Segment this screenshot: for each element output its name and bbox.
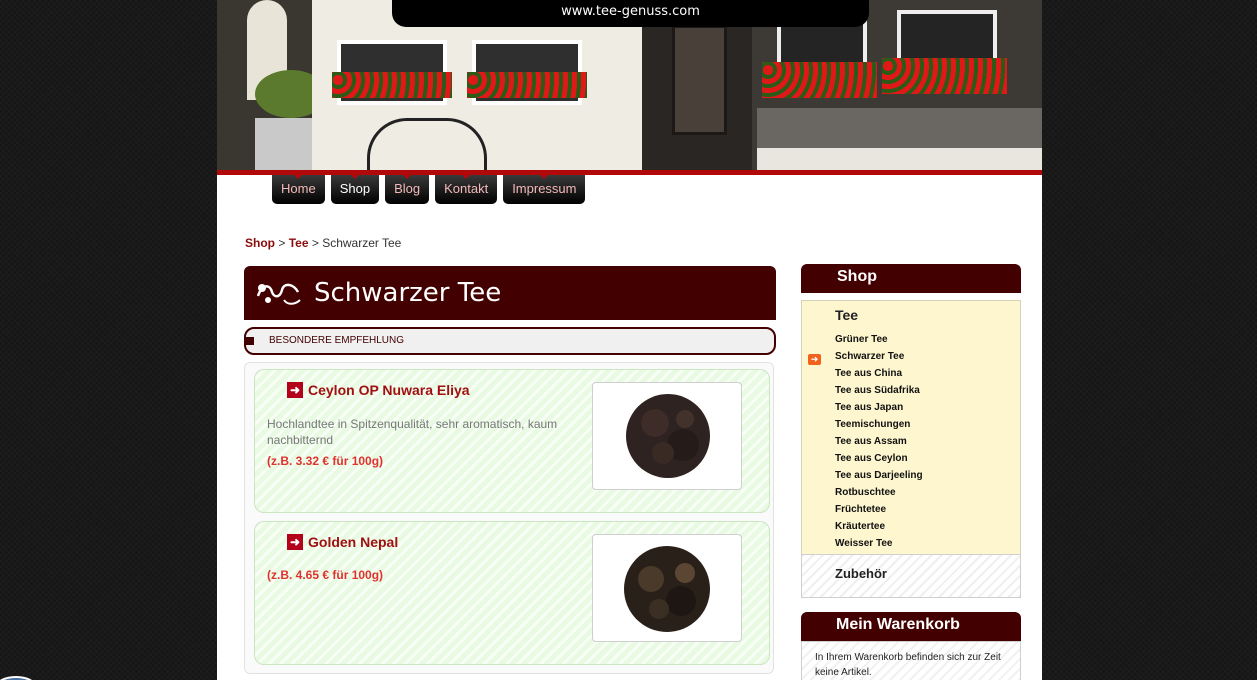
- category-item[interactable]: Früchtetee: [835, 501, 923, 518]
- product-name[interactable]: Ceylon OP Nuwara Eliya: [308, 382, 470, 398]
- nav-blog[interactable]: Blog: [385, 175, 430, 204]
- category-item[interactable]: Tee aus Südafrika: [835, 382, 923, 399]
- site-url: www.tee-genuss.com: [392, 0, 869, 27]
- category-item[interactable]: Tee aus China: [835, 365, 923, 382]
- recommendation-bar: BESONDERE EMPFEHLUNG: [244, 327, 776, 355]
- category-item[interactable]: Kräutertee: [835, 518, 923, 535]
- breadcrumb-tee[interactable]: Tee: [289, 236, 309, 250]
- page-title-box: Schwarzer Tee: [244, 266, 776, 320]
- nav-shop[interactable]: Shop: [330, 175, 380, 204]
- product-image[interactable]: [592, 534, 742, 642]
- product-description: Hochlandtee in Spitzenqualität, sehr aro…: [267, 417, 558, 447]
- breadcrumb: Shop > Tee > Schwarzer Tee: [245, 236, 401, 250]
- product-card[interactable]: ➜ Ceylon OP Nuwara Eliya Hochlandtee in …: [254, 369, 770, 513]
- category-item[interactable]: Teemischungen: [835, 416, 923, 433]
- nav-impressum[interactable]: Impressum: [503, 175, 586, 204]
- category-item[interactable]: Tee aus Assam: [835, 433, 923, 450]
- nav-kontakt[interactable]: Kontakt: [435, 175, 498, 204]
- category-item-current[interactable]: Schwarzer Tee: [835, 348, 923, 365]
- breadcrumb-separator: >: [278, 236, 286, 250]
- category-item[interactable]: Rotbuschtee: [835, 484, 923, 501]
- sidebar-shop: Shop Tee ➜ Grüner Tee Schwarzer Tee Tee …: [801, 264, 1021, 600]
- sidebar-cart-header: Mein Warenkorb: [801, 612, 1021, 641]
- category-item[interactable]: Tee aus Japan: [835, 399, 923, 416]
- cart-empty-text: In Ihrem Warenkorb befinden sich zur Zei…: [815, 652, 1001, 678]
- flourish-icon: [256, 283, 301, 305]
- category-item[interactable]: Tee aus Ceylon: [835, 450, 923, 467]
- sidebar-cart-title[interactable]: Mein Warenkorb: [836, 612, 960, 638]
- current-arrow-icon: ➜: [808, 354, 821, 365]
- category-tee[interactable]: Tee: [835, 307, 858, 323]
- breadcrumb-separator: >: [311, 236, 319, 250]
- page: www.tee-genuss.com Home Shop Blog Kontak…: [217, 0, 1042, 680]
- category-item[interactable]: Grüner Tee: [835, 331, 923, 348]
- arrow-right-icon: ➜: [287, 382, 303, 398]
- product-price: (z.B. 3.32 € für 100g): [267, 454, 384, 468]
- page-title: Schwarzer Tee: [314, 278, 502, 308]
- cart-panel: In Ihrem Warenkorb befinden sich zur Zei…: [801, 641, 1021, 680]
- nav-home[interactable]: Home: [272, 175, 325, 204]
- sidebar-shop-title: Shop: [837, 268, 877, 285]
- product-name[interactable]: Golden Nepal: [308, 534, 398, 550]
- sidebar-shop-header: Shop: [801, 264, 1021, 293]
- arrow-right-icon: ➜: [287, 534, 303, 550]
- category-panel: Tee ➜ Grüner Tee Schwarzer Tee Tee aus C…: [801, 300, 1021, 554]
- product-price: (z.B. 4.65 € für 100g): [267, 568, 384, 582]
- breadcrumb-current: Schwarzer Tee: [322, 236, 402, 250]
- main-nav: Home Shop Blog Kontakt Impressum: [272, 175, 586, 204]
- category-item[interactable]: Weisser Tee: [835, 535, 923, 552]
- product-list: ➜ Ceylon OP Nuwara Eliya Hochlandtee in …: [244, 362, 774, 674]
- corner-badge-icon[interactable]: [0, 676, 36, 680]
- category-zubehor[interactable]: Zubehör: [801, 554, 1021, 598]
- category-item[interactable]: Tee aus Darjeeling: [835, 467, 923, 484]
- category-list: Grüner Tee Schwarzer Tee Tee aus China T…: [835, 331, 923, 552]
- sidebar-cart: Mein Warenkorb In Ihrem Warenkorb befind…: [801, 612, 1021, 680]
- product-image[interactable]: [592, 382, 742, 490]
- recommendation-label: BESONDERE EMPFEHLUNG: [269, 335, 405, 346]
- product-card[interactable]: ➜ Golden Nepal (z.B. 4.65 € für 100g): [254, 521, 770, 665]
- header-banner: www.tee-genuss.com: [217, 0, 1042, 170]
- breadcrumb-shop[interactable]: Shop: [245, 236, 275, 250]
- category-zubehor-label: Zubehör: [835, 566, 887, 581]
- bullet-square-icon: [246, 337, 254, 345]
